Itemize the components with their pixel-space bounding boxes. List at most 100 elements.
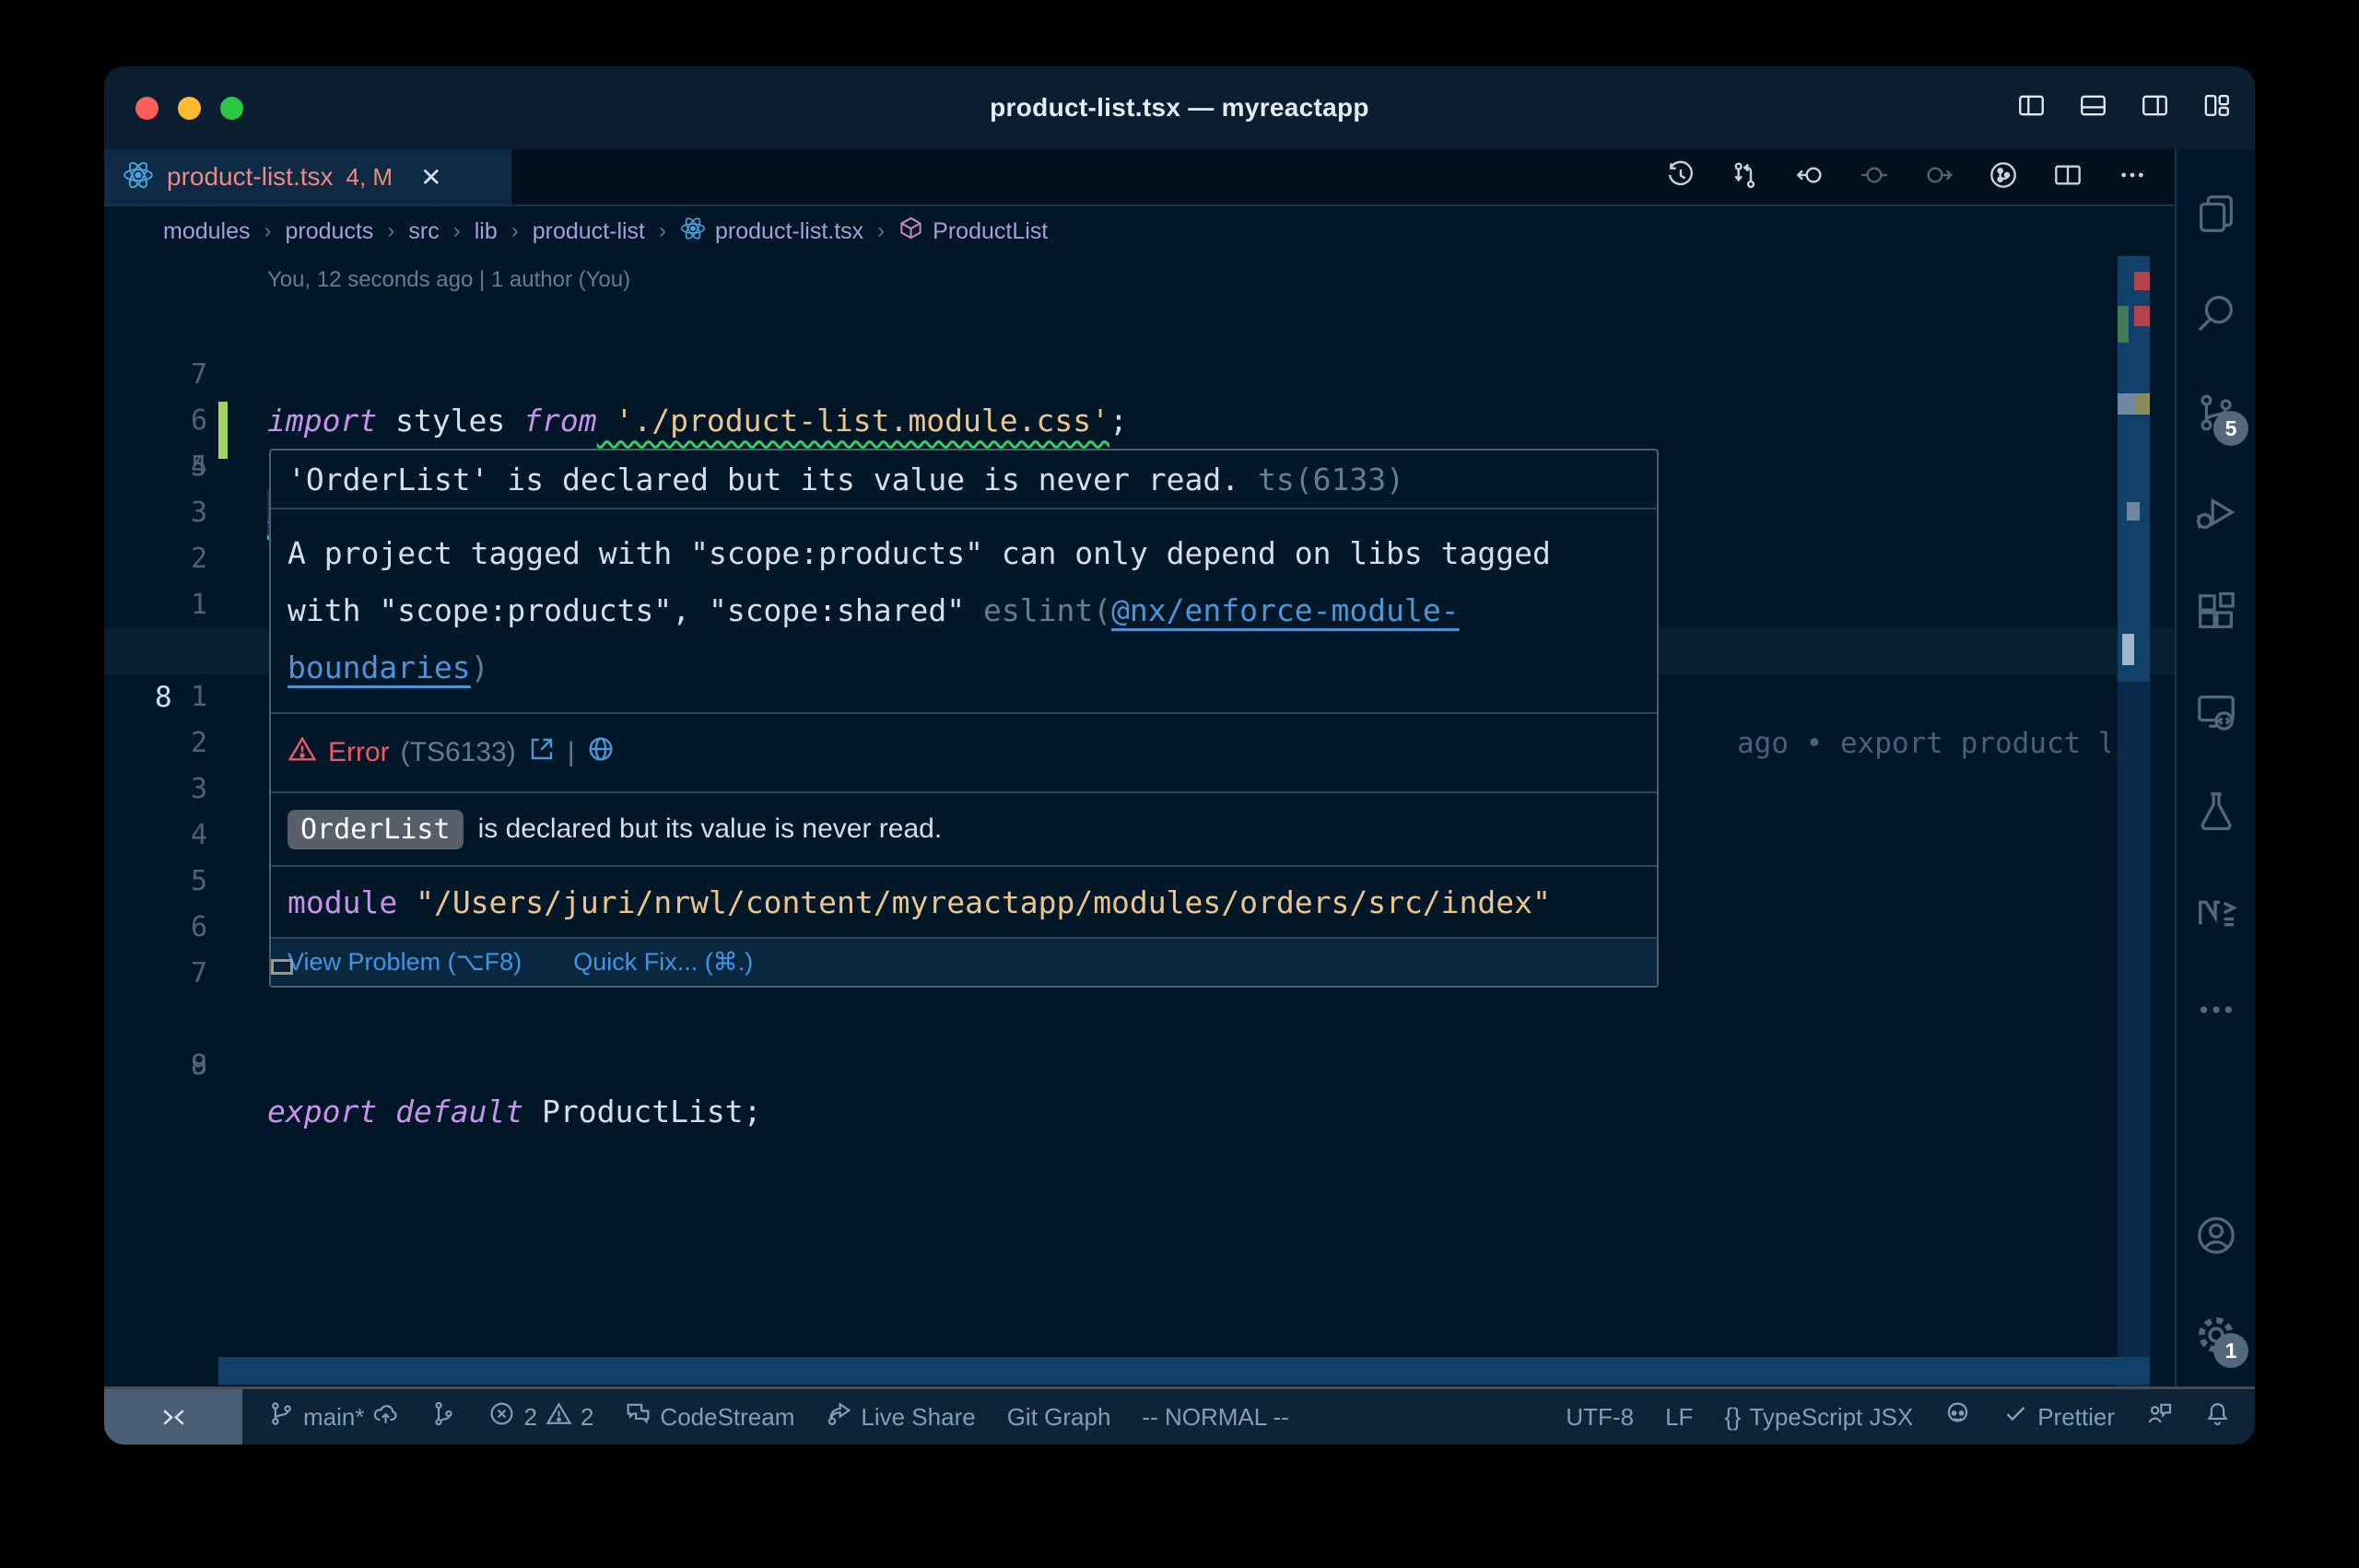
problems-status[interactable]: 2 2 bbox=[488, 1400, 593, 1433]
react-file-icon bbox=[680, 216, 706, 248]
sidebar-item-run-debug[interactable] bbox=[2176, 464, 2255, 564]
source-control-badge: 5 bbox=[2213, 411, 2248, 446]
navigate-back-icon[interactable] bbox=[1795, 160, 1825, 194]
token-punctuation: ; bbox=[744, 1094, 762, 1129]
sidebar-item-extensions[interactable] bbox=[2176, 564, 2255, 663]
code-line[interactable]: 7 import styles from './product-list.mod… bbox=[104, 306, 2175, 352]
close-window-button[interactable] bbox=[135, 97, 158, 120]
vscode-window: product-list.tsx — myreactapp product-li… bbox=[104, 66, 2255, 1445]
toggle-secondary-sidebar-icon[interactable] bbox=[2141, 91, 2169, 124]
tooltip-resize-grip[interactable] bbox=[271, 959, 293, 975]
zoom-window-button[interactable] bbox=[220, 97, 243, 120]
git-graph-label: Git Graph bbox=[1007, 1403, 1111, 1432]
prettier-label: Prettier bbox=[2037, 1403, 2115, 1432]
code-editor[interactable]: You, 12 seconds ago | 1 author (You) 7 i… bbox=[104, 256, 2175, 1387]
commit-graph-status[interactable] bbox=[430, 1400, 457, 1433]
braces-icon: {} bbox=[1724, 1403, 1741, 1432]
next-change-icon[interactable] bbox=[1924, 160, 1954, 194]
module-path-row: module "/Users/juri/nrwl/content/myreact… bbox=[271, 867, 1657, 939]
line-number: 9 bbox=[104, 1043, 207, 1089]
toggle-panel-icon[interactable] bbox=[2079, 91, 2107, 124]
breadcrumb-symbol[interactable]: ProductList bbox=[898, 216, 1048, 247]
notifications-bell[interactable] bbox=[2204, 1400, 2231, 1433]
prettier-status[interactable]: Prettier bbox=[2002, 1400, 2115, 1433]
accounts-button[interactable] bbox=[2176, 1188, 2255, 1287]
tab-bar: product-list.tsx 4, M ✕ bbox=[104, 149, 2175, 206]
share-icon bbox=[826, 1400, 852, 1433]
source-control-graph-icon[interactable] bbox=[1989, 160, 2018, 194]
toggle-primary-sidebar-icon[interactable] bbox=[2017, 91, 2046, 124]
code-line[interactable]: 6 bbox=[104, 352, 2175, 398]
branch-status[interactable]: main* bbox=[268, 1400, 399, 1433]
horizontal-scrollbar[interactable] bbox=[218, 1357, 2150, 1385]
external-link-icon[interactable] bbox=[527, 734, 557, 771]
breadcrumb-symbol-label: ProductList bbox=[933, 218, 1048, 245]
code-line[interactable]: 5 import { OrderList } from '@myreactapp… bbox=[104, 398, 2175, 444]
error-severity-row: Error (TS6133) | bbox=[271, 714, 1657, 793]
sidebar-item-more-views[interactable] bbox=[2176, 962, 2255, 1061]
breadcrumb-item[interactable]: product-list bbox=[533, 218, 645, 245]
sidebar-item-nx-console[interactable] bbox=[2176, 862, 2255, 962]
encoding-status[interactable]: UTF-8 bbox=[1566, 1403, 1634, 1432]
breadcrumb-file[interactable]: product-list.tsx bbox=[680, 216, 863, 248]
codestream-status[interactable]: CodeStream bbox=[625, 1400, 794, 1433]
breadcrumb-item[interactable]: lib bbox=[475, 218, 498, 245]
symbol-cube-icon bbox=[898, 216, 923, 247]
beaker-icon bbox=[2195, 790, 2237, 837]
git-graph-status[interactable]: Git Graph bbox=[1007, 1403, 1111, 1432]
timeline-history-icon[interactable] bbox=[1666, 160, 1696, 194]
tab-label: product-list.tsx bbox=[167, 162, 334, 192]
code-line[interactable]: 8 export default ProductList; bbox=[104, 997, 2175, 1043]
codestream-label: CodeStream bbox=[660, 1403, 794, 1432]
minimize-window-button[interactable] bbox=[178, 97, 201, 120]
breadcrumb-separator: › bbox=[511, 218, 519, 244]
compare-changes-icon[interactable] bbox=[1731, 160, 1760, 194]
tab-close-icon[interactable]: ✕ bbox=[420, 162, 441, 193]
token-identifier: ProductList bbox=[523, 1094, 743, 1129]
vim-mode-status[interactable]: -- NORMAL -- bbox=[1142, 1403, 1288, 1432]
live-share-status[interactable]: Live Share bbox=[826, 1400, 975, 1433]
sidebar-item-remote-explorer[interactable] bbox=[2176, 663, 2255, 763]
remote-indicator[interactable] bbox=[104, 1389, 242, 1445]
settings-button[interactable]: 1 bbox=[2176, 1287, 2255, 1387]
sidebar-item-search[interactable] bbox=[2176, 265, 2255, 365]
more-actions-icon[interactable] bbox=[2118, 160, 2147, 194]
codelens-blame[interactable]: You, 12 seconds ago | 1 author (You) bbox=[267, 267, 630, 293]
breadcrumb-item[interactable]: modules bbox=[163, 218, 251, 245]
copilot-status[interactable] bbox=[1944, 1400, 1971, 1433]
warning-triangle-icon bbox=[546, 1400, 572, 1433]
remote-explorer-icon bbox=[2195, 690, 2237, 737]
view-problem-button[interactable]: View Problem (⌥F8) bbox=[288, 948, 522, 977]
globe-icon[interactable] bbox=[586, 734, 616, 771]
split-editor-icon[interactable] bbox=[2053, 160, 2083, 194]
eol-status[interactable]: LF bbox=[1665, 1403, 1693, 1432]
error-count: 2 bbox=[523, 1403, 536, 1432]
customize-layout-icon[interactable] bbox=[2202, 91, 2231, 124]
error-circle-icon bbox=[488, 1400, 515, 1433]
previous-change-icon[interactable] bbox=[1860, 160, 1889, 194]
symbol-badge: OrderList bbox=[288, 810, 464, 849]
sidebar-item-source-control[interactable]: 5 bbox=[2176, 365, 2255, 464]
quick-fix-button[interactable]: Quick Fix... (⌘.) bbox=[573, 948, 753, 977]
activity-bar: 5 1 bbox=[2175, 149, 2255, 1387]
sidebar-item-testing[interactable] bbox=[2176, 763, 2255, 862]
debug-icon bbox=[2195, 491, 2237, 538]
separator: | bbox=[568, 737, 575, 768]
severity-label: Error bbox=[328, 737, 390, 768]
breadcrumb-separator: › bbox=[264, 218, 272, 244]
sidebar-item-explorer[interactable] bbox=[2176, 166, 2255, 265]
error-overview-mark bbox=[2134, 306, 2150, 326]
extensions-icon bbox=[2195, 591, 2237, 638]
language-label: TypeScript JSX bbox=[1749, 1403, 1913, 1432]
vertical-scrollbar[interactable] bbox=[2118, 256, 2150, 1387]
language-status[interactable]: {} TypeScript JSX bbox=[1724, 1403, 1913, 1432]
search-icon bbox=[2195, 292, 2237, 339]
code-line[interactable]: 9 bbox=[104, 1043, 2175, 1089]
line-number: 4 bbox=[104, 444, 207, 490]
breadcrumb-item[interactable]: products bbox=[286, 218, 374, 245]
breadcrumb-item[interactable]: src bbox=[408, 218, 439, 245]
line-number: 4 bbox=[104, 813, 207, 859]
tab-product-list[interactable]: product-list.tsx 4, M ✕ bbox=[104, 149, 511, 205]
feedback-status[interactable] bbox=[2146, 1400, 2173, 1433]
react-file-icon bbox=[123, 159, 154, 195]
